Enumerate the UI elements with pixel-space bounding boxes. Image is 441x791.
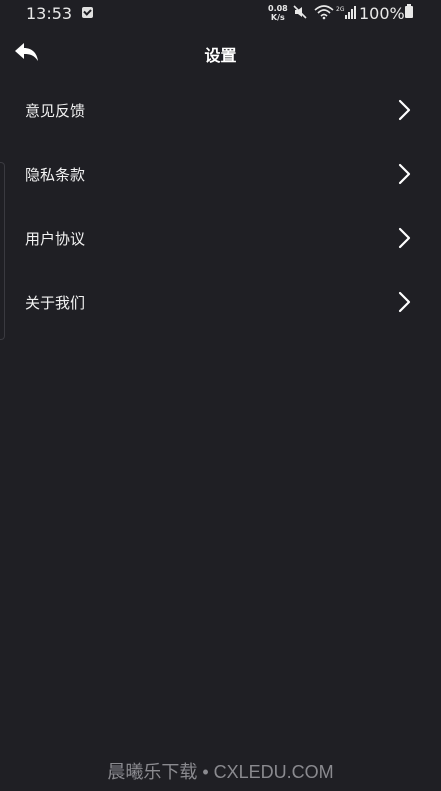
settings-item-about[interactable]: 关于我们 [0,270,441,334]
chevron-right-icon [398,99,411,121]
settings-item-label: 隐私条款 [25,165,86,184]
network-speed-value: 0.08 [268,4,288,13]
wifi-icon [314,5,334,20]
network-speed-unit: K/s [270,13,285,22]
mute-icon [293,5,307,19]
settings-list: 意见反馈 隐私条款 用户协议 关于我们 [0,78,441,334]
status-time: 13:53 [26,4,73,23]
chevron-right-icon [398,227,411,249]
settings-item-user-agreement[interactable]: 用户协议 [0,206,441,270]
battery-icon [405,4,413,18]
signal-icon: 2G [336,6,356,19]
chevron-right-icon [398,291,411,313]
header: 设置 [0,30,441,74]
svg-text:2G: 2G [336,6,345,13]
settings-screen: 13:53 0.08 K/s 2G 100% 设置 意见反馈 隐私条款 用户协议… [0,0,441,791]
status-bar: 13:53 0.08 K/s 2G 100% [0,0,441,26]
mail-icon [82,7,93,18]
settings-item-feedback[interactable]: 意见反馈 [0,78,441,142]
battery-percent: 100% [359,4,405,23]
watermark: 晨曦乐下载 • CXLEDU.COM [107,762,334,782]
chevron-right-icon [398,163,411,185]
settings-item-label: 关于我们 [25,293,86,312]
settings-item-privacy[interactable]: 隐私条款 [0,142,441,206]
page-title: 设置 [204,46,237,65]
settings-item-label: 意见反馈 [25,101,86,120]
edge-panel-handle[interactable] [0,162,5,340]
network-speed: 0.08 K/s [268,4,288,22]
settings-item-label: 用户协议 [25,229,86,248]
